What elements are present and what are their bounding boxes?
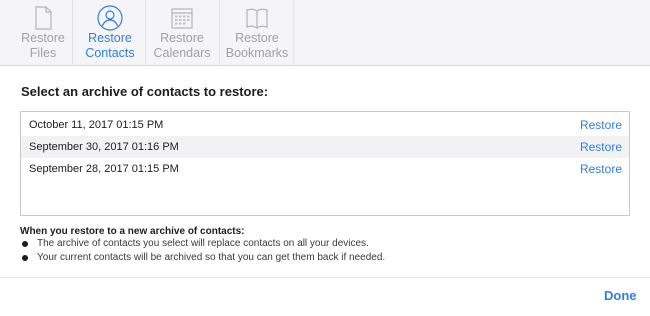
archive-date: September 30, 2017 01:16 PM	[29, 141, 179, 153]
document-icon	[29, 4, 57, 32]
contact-icon	[96, 4, 124, 32]
restore-link[interactable]: Restore	[580, 118, 622, 132]
done-button[interactable]: Done	[604, 288, 637, 303]
tab-restore-files[interactable]: Restore Files	[7, 0, 79, 66]
tab-restore-files-line2: Files	[29, 45, 57, 60]
toolbar: Restore Files Restore Contacts Restore C…	[0, 0, 650, 66]
tab-restore-files-line1: Restore	[21, 31, 65, 45]
book-icon	[243, 4, 271, 32]
tab-restore-contacts[interactable]: Restore Contacts	[74, 0, 146, 66]
archive-date: September 28, 2017 01:15 PM	[29, 163, 179, 175]
info-bullet-text: Your current contacts will be archived s…	[37, 252, 386, 263]
tab-restore-calendars-line1: Restore	[160, 31, 204, 45]
tab-divider	[72, 0, 73, 66]
archive-row[interactable]: September 30, 2017 01:16 PM Restore	[21, 136, 629, 158]
archive-row[interactable]: September 28, 2017 01:15 PM Restore	[21, 158, 629, 180]
restore-link[interactable]: Restore	[580, 140, 622, 154]
archive-list: October 11, 2017 01:15 PM Restore Septem…	[20, 111, 630, 216]
tab-restore-contacts-line2: Contacts	[85, 45, 135, 60]
footer-divider	[0, 277, 650, 278]
tab-divider	[219, 0, 220, 66]
tab-restore-calendars[interactable]: Restore Calendars	[146, 0, 218, 66]
calendar-icon	[168, 4, 196, 32]
tab-restore-bookmarks-line1: Restore	[235, 31, 279, 45]
info-title: When you restore to a new archive of con…	[20, 226, 245, 237]
info-bullet-text: The archive of contacts you select will …	[37, 238, 369, 249]
tab-restore-bookmarks[interactable]: Restore Bookmarks	[221, 0, 293, 66]
tab-restore-bookmarks-line2: Bookmarks	[225, 45, 289, 60]
bullet-dot	[22, 255, 28, 261]
tab-divider	[293, 0, 294, 66]
tab-restore-calendars-line2: Calendars	[153, 45, 211, 60]
page-title: Select an archive of contacts to restore…	[21, 84, 269, 99]
tab-restore-contacts-line1: Restore	[88, 31, 132, 45]
restore-link[interactable]: Restore	[580, 162, 622, 176]
archive-row[interactable]: October 11, 2017 01:15 PM Restore	[21, 114, 629, 136]
archive-date: October 11, 2017 01:15 PM	[29, 119, 164, 131]
bullet-dot	[22, 241, 28, 247]
